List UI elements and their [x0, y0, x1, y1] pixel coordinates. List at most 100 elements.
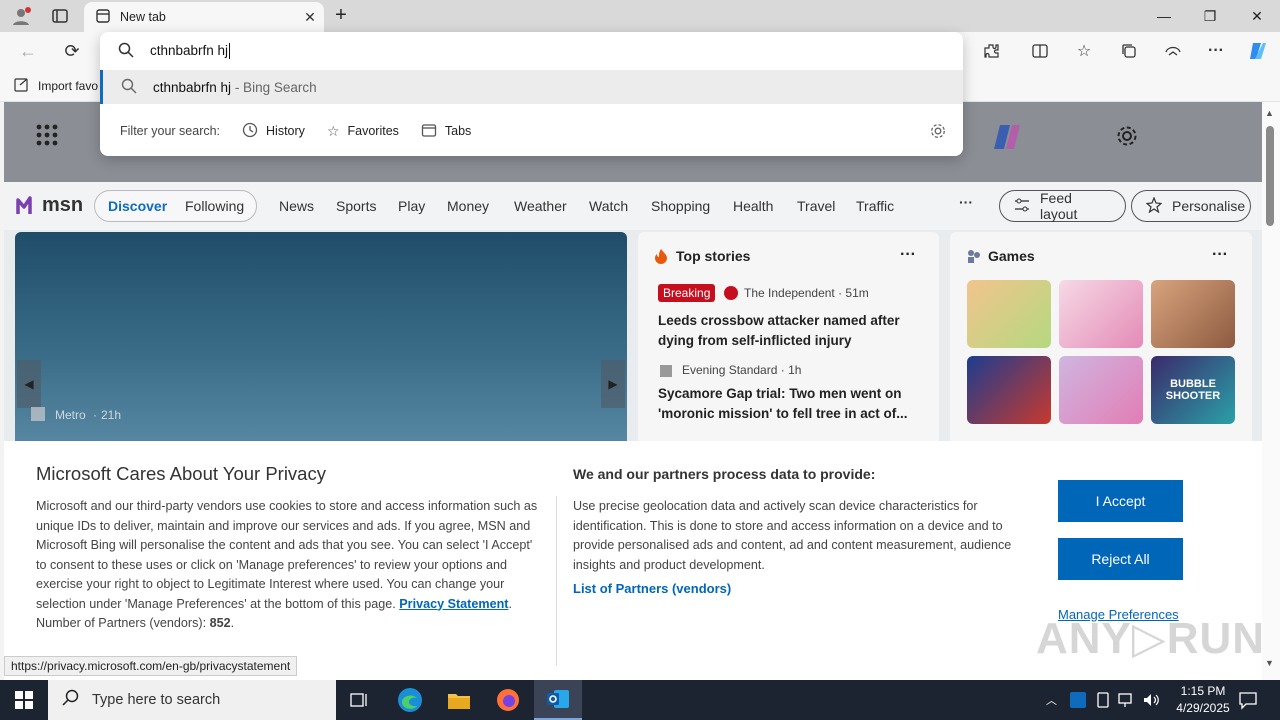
tab-travel[interactable]: Travel: [797, 198, 835, 214]
game-tile[interactable]: [1059, 356, 1143, 424]
tab-health[interactable]: Health: [733, 198, 773, 214]
scrollbar-thumb[interactable]: [1266, 126, 1274, 226]
taskbar-search-icon: [62, 689, 80, 711]
performance-icon[interactable]: [1161, 40, 1185, 62]
hero-carousel[interactable]: ◀ ▶ Metro · 21h: [15, 232, 627, 452]
reload-button[interactable]: ⟳: [60, 40, 84, 62]
text-caret: [229, 43, 231, 60]
minimize-button[interactable]: —: [1141, 0, 1187, 32]
privacy-statement-link[interactable]: Privacy Statement: [399, 597, 508, 611]
file-explorer-icon[interactable]: [435, 680, 483, 720]
msn-logo[interactable]: msn: [42, 194, 83, 217]
address-bar-input[interactable]: cthnbabrfn hj: [100, 32, 963, 70]
start-button[interactable]: [0, 680, 48, 720]
tab-traffic[interactable]: Traffic: [856, 198, 894, 214]
game-tile[interactable]: [967, 356, 1051, 424]
extensions-icon[interactable]: [980, 40, 1004, 62]
device-tray-icon[interactable]: [1095, 691, 1111, 714]
list-of-partners-link[interactable]: List of Partners (vendors): [573, 581, 731, 596]
taskbar-search-box[interactable]: Type here to search: [48, 680, 336, 720]
tab-play[interactable]: Play: [398, 198, 425, 214]
outlook-tray-icon[interactable]: [1070, 692, 1086, 708]
import-favorites-icon: [14, 78, 30, 95]
partners-count: 852: [209, 616, 231, 630]
outlook-icon[interactable]: [534, 680, 582, 720]
breaking-badge: Breaking: [658, 284, 716, 302]
carousel-next-icon[interactable]: ▶: [601, 360, 625, 408]
metro-logo-icon: [31, 407, 45, 421]
network-icon[interactable]: [1118, 691, 1136, 714]
collections-icon[interactable]: [1117, 40, 1141, 62]
settings-gear-icon[interactable]: [1116, 125, 1138, 152]
hero-source: Metro: [55, 408, 86, 422]
game-tile[interactable]: [1059, 280, 1143, 348]
restore-button[interactable]: ❐: [1187, 0, 1233, 32]
clock-date: 4/29/2025: [1176, 701, 1230, 715]
split-screen-icon[interactable]: [1028, 40, 1052, 62]
scroll-up-icon[interactable]: ▲: [1265, 108, 1274, 118]
apps-grid-icon[interactable]: [36, 124, 58, 151]
feed-layout-button[interactable]: Feed layout: [999, 190, 1126, 222]
page-scrollbar[interactable]: ▲ ▼: [1262, 102, 1280, 680]
task-view-icon[interactable]: [336, 680, 384, 720]
personalise-label: Personalise: [1172, 198, 1246, 214]
story-headline[interactable]: Leeds crossbow attacker named after dyin…: [658, 311, 918, 351]
personalise-button[interactable]: Personalise: [1131, 190, 1251, 222]
import-favorites-link[interactable]: Import favo: [38, 79, 98, 93]
profile-icon[interactable]: [10, 6, 32, 26]
independent-logo-icon: [724, 286, 738, 300]
anyrun-watermark: ANY▷RUN: [1036, 614, 1266, 663]
tab-discover[interactable]: Discover: [108, 198, 167, 214]
copilot-icon[interactable]: [1246, 40, 1270, 62]
favorites-icon[interactable]: ☆: [1072, 40, 1096, 62]
reject-all-button[interactable]: Reject All: [1058, 538, 1183, 580]
taskbar-clock[interactable]: 1:15 PM 4/29/2025: [1166, 683, 1240, 717]
tab-actions-icon[interactable]: [50, 6, 72, 26]
firefox-icon[interactable]: [484, 680, 532, 720]
back-button[interactable]: ←: [16, 40, 40, 62]
personalise-icon: [1145, 195, 1163, 216]
tab-new-tab[interactable]: New tab ✕: [84, 2, 324, 32]
tab-weather[interactable]: Weather: [514, 198, 567, 214]
sliders-icon: [1014, 198, 1030, 215]
tab-news[interactable]: News: [279, 198, 314, 214]
accept-button[interactable]: I Accept: [1058, 480, 1183, 522]
tab-following[interactable]: Following: [185, 198, 244, 214]
search-suggestion[interactable]: cthnbabrfn hj - Bing Search: [100, 70, 963, 104]
game-tile[interactable]: [967, 280, 1051, 348]
clock-time: 1:15 PM: [1180, 684, 1226, 698]
nav-more-button[interactable]: ···: [959, 194, 973, 210]
show-hidden-icons-icon[interactable]: ︿: [1046, 692, 1057, 708]
notifications-icon[interactable]: [1238, 690, 1258, 715]
tab-money[interactable]: Money: [447, 198, 489, 214]
filter-history-button[interactable]: History: [242, 122, 305, 141]
edge-browser-icon[interactable]: [386, 680, 434, 720]
tab-close-icon[interactable]: ✕: [296, 9, 324, 26]
story-headline[interactable]: Sycamore Gap trial: Two men went on 'mor…: [658, 384, 918, 424]
feed-layout-label: Feed layout: [1040, 190, 1078, 222]
games-more-icon[interactable]: ···: [1212, 246, 1228, 264]
new-tab-button[interactable]: +: [330, 4, 352, 27]
more-icon[interactable]: ···: [1204, 40, 1228, 62]
copilot-page-icon[interactable]: [992, 122, 1024, 157]
hero-time: 21h: [101, 408, 122, 422]
filter-label: Filter your search:: [120, 124, 221, 138]
volume-icon[interactable]: [1142, 691, 1160, 714]
game-tile-bubble-shooter[interactable]: BUBBLE SHOOTER: [1151, 356, 1235, 424]
games-card: Games ··· BUBBLE SHOOTER: [950, 232, 1252, 452]
carousel-prev-icon[interactable]: ◀: [17, 360, 41, 408]
privacy-divider: [556, 496, 557, 666]
close-window-button[interactable]: ✕: [1234, 0, 1280, 32]
tab-watch[interactable]: Watch: [589, 198, 628, 214]
filter-favorites-button[interactable]: ☆ Favorites: [327, 123, 399, 140]
filter-favorites-label: Favorites: [347, 124, 399, 138]
tab-shopping[interactable]: Shopping: [651, 198, 710, 214]
search-settings-gear-icon[interactable]: [930, 123, 946, 142]
suggestion-search-icon: [121, 78, 137, 97]
filter-tabs-button[interactable]: Tabs: [421, 122, 471, 141]
tab-sports[interactable]: Sports: [336, 198, 376, 214]
top-stories-more-icon[interactable]: ···: [900, 246, 916, 264]
star-icon: ☆: [326, 122, 340, 139]
game-tile[interactable]: [1151, 280, 1235, 348]
scroll-down-icon[interactable]: ▼: [1265, 658, 1274, 668]
